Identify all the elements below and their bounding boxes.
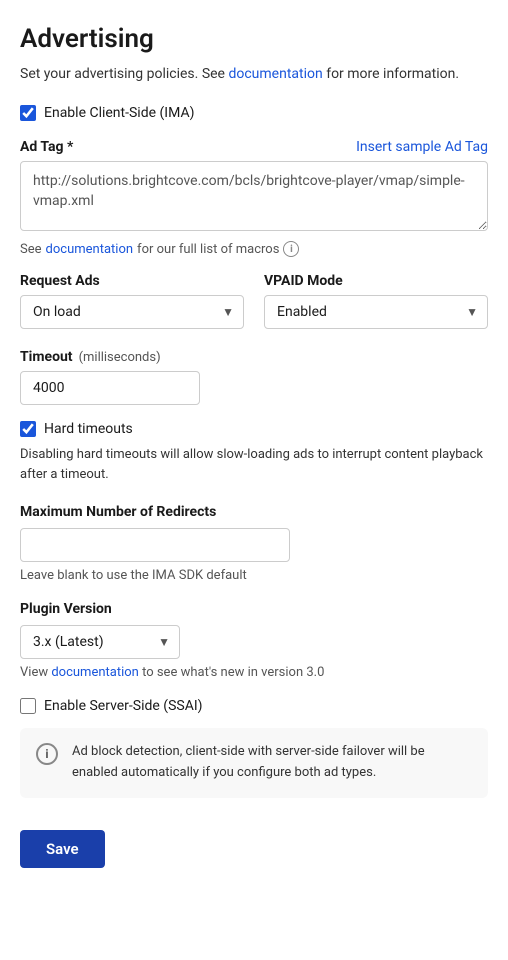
ad-tag-header: Ad Tag * Insert sample Ad Tag — [20, 139, 488, 155]
vpaid-mode-select-wrapper: Enabled Disabled Insecure ▼ — [264, 295, 488, 329]
enable-client-side-checkbox[interactable] — [20, 105, 36, 121]
server-side-row: Enable Server-Side (SSAI) — [20, 698, 488, 714]
macros-suffix: for our full list of macros — [137, 242, 279, 257]
hard-timeouts-description: Disabling hard timeouts will allow slow-… — [20, 445, 488, 484]
ad-tag-label: Ad Tag * — [20, 139, 73, 155]
docs-link[interactable]: documentation — [228, 66, 322, 82]
enable-server-side-label[interactable]: Enable Server-Side (SSAI) — [44, 698, 203, 714]
plugin-docs-link[interactable]: documentation — [51, 665, 139, 680]
hard-timeouts-row: Hard timeouts — [20, 421, 488, 437]
request-vpaid-row: Request Ads On load On play On demand ▼ … — [20, 273, 488, 329]
plugin-version-select-wrapper: 3.x (Latest) 2.x 1.x ▼ — [20, 625, 180, 659]
timeout-label: Timeout — [20, 349, 73, 365]
enable-server-side-checkbox[interactable] — [20, 698, 36, 714]
info-block: i Ad block detection, client-side with s… — [20, 728, 488, 798]
request-ads-label: Request Ads — [20, 273, 244, 289]
macros-helper: See documentation for our full list of m… — [20, 241, 488, 257]
macros-docs-link[interactable]: documentation — [46, 242, 134, 257]
timeout-input[interactable]: 4000 — [20, 371, 200, 405]
macros-prefix: See — [20, 242, 42, 257]
vpaid-mode-col: VPAID Mode Enabled Disabled Insecure ▼ — [264, 273, 488, 329]
macros-info-icon[interactable]: i — [283, 241, 299, 257]
request-ads-select-wrapper: On load On play On demand ▼ — [20, 295, 244, 329]
description-prefix: Set your advertising policies. See — [20, 66, 228, 82]
view-docs-prefix: View — [20, 665, 51, 680]
hard-timeouts-label[interactable]: Hard timeouts — [44, 421, 133, 437]
plugin-version-section: Plugin Version 3.x (Latest) 2.x 1.x ▼ Vi… — [20, 601, 488, 680]
max-redirects-helper: Leave blank to use the IMA SDK default — [20, 568, 488, 583]
vpaid-mode-select[interactable]: Enabled Disabled Insecure — [264, 295, 488, 329]
view-docs-suffix: to see what's new in version 3.0 — [139, 665, 325, 680]
info-block-text: Ad block detection, client-side with ser… — [72, 742, 472, 784]
page-title: Advertising — [20, 24, 488, 54]
timeout-label-row: Timeout (milliseconds) — [20, 349, 488, 365]
enable-client-side-label[interactable]: Enable Client-Side (IMA) — [44, 105, 194, 121]
insert-sample-ad-tag-link[interactable]: Insert sample Ad Tag — [356, 139, 488, 155]
save-button[interactable]: Save — [20, 830, 105, 868]
timeout-unit: (milliseconds) — [79, 350, 161, 365]
enable-client-side-row: Enable Client-Side (IMA) — [20, 105, 488, 121]
timeout-section: Timeout (milliseconds) 4000 — [20, 349, 488, 405]
plugin-version-label: Plugin Version — [20, 601, 488, 617]
page-description: Set your advertising policies. See docum… — [20, 64, 488, 85]
ad-tag-textarea[interactable]: http://solutions.brightcove.com/bcls/bri… — [20, 161, 488, 231]
request-ads-col: Request Ads On load On play On demand ▼ — [20, 273, 244, 329]
max-redirects-section: Maximum Number of Redirects Leave blank … — [20, 504, 488, 583]
plugin-version-select[interactable]: 3.x (Latest) 2.x 1.x — [20, 625, 180, 659]
max-redirects-label: Maximum Number of Redirects — [20, 504, 488, 520]
request-ads-select[interactable]: On load On play On demand — [20, 295, 244, 329]
plugin-version-view-docs: View documentation to see what's new in … — [20, 665, 488, 680]
description-suffix: for more information. — [323, 66, 459, 82]
info-block-icon: i — [36, 743, 58, 765]
vpaid-mode-label: VPAID Mode — [264, 273, 488, 289]
max-redirects-input[interactable] — [20, 528, 290, 562]
hard-timeouts-checkbox[interactable] — [20, 421, 36, 437]
